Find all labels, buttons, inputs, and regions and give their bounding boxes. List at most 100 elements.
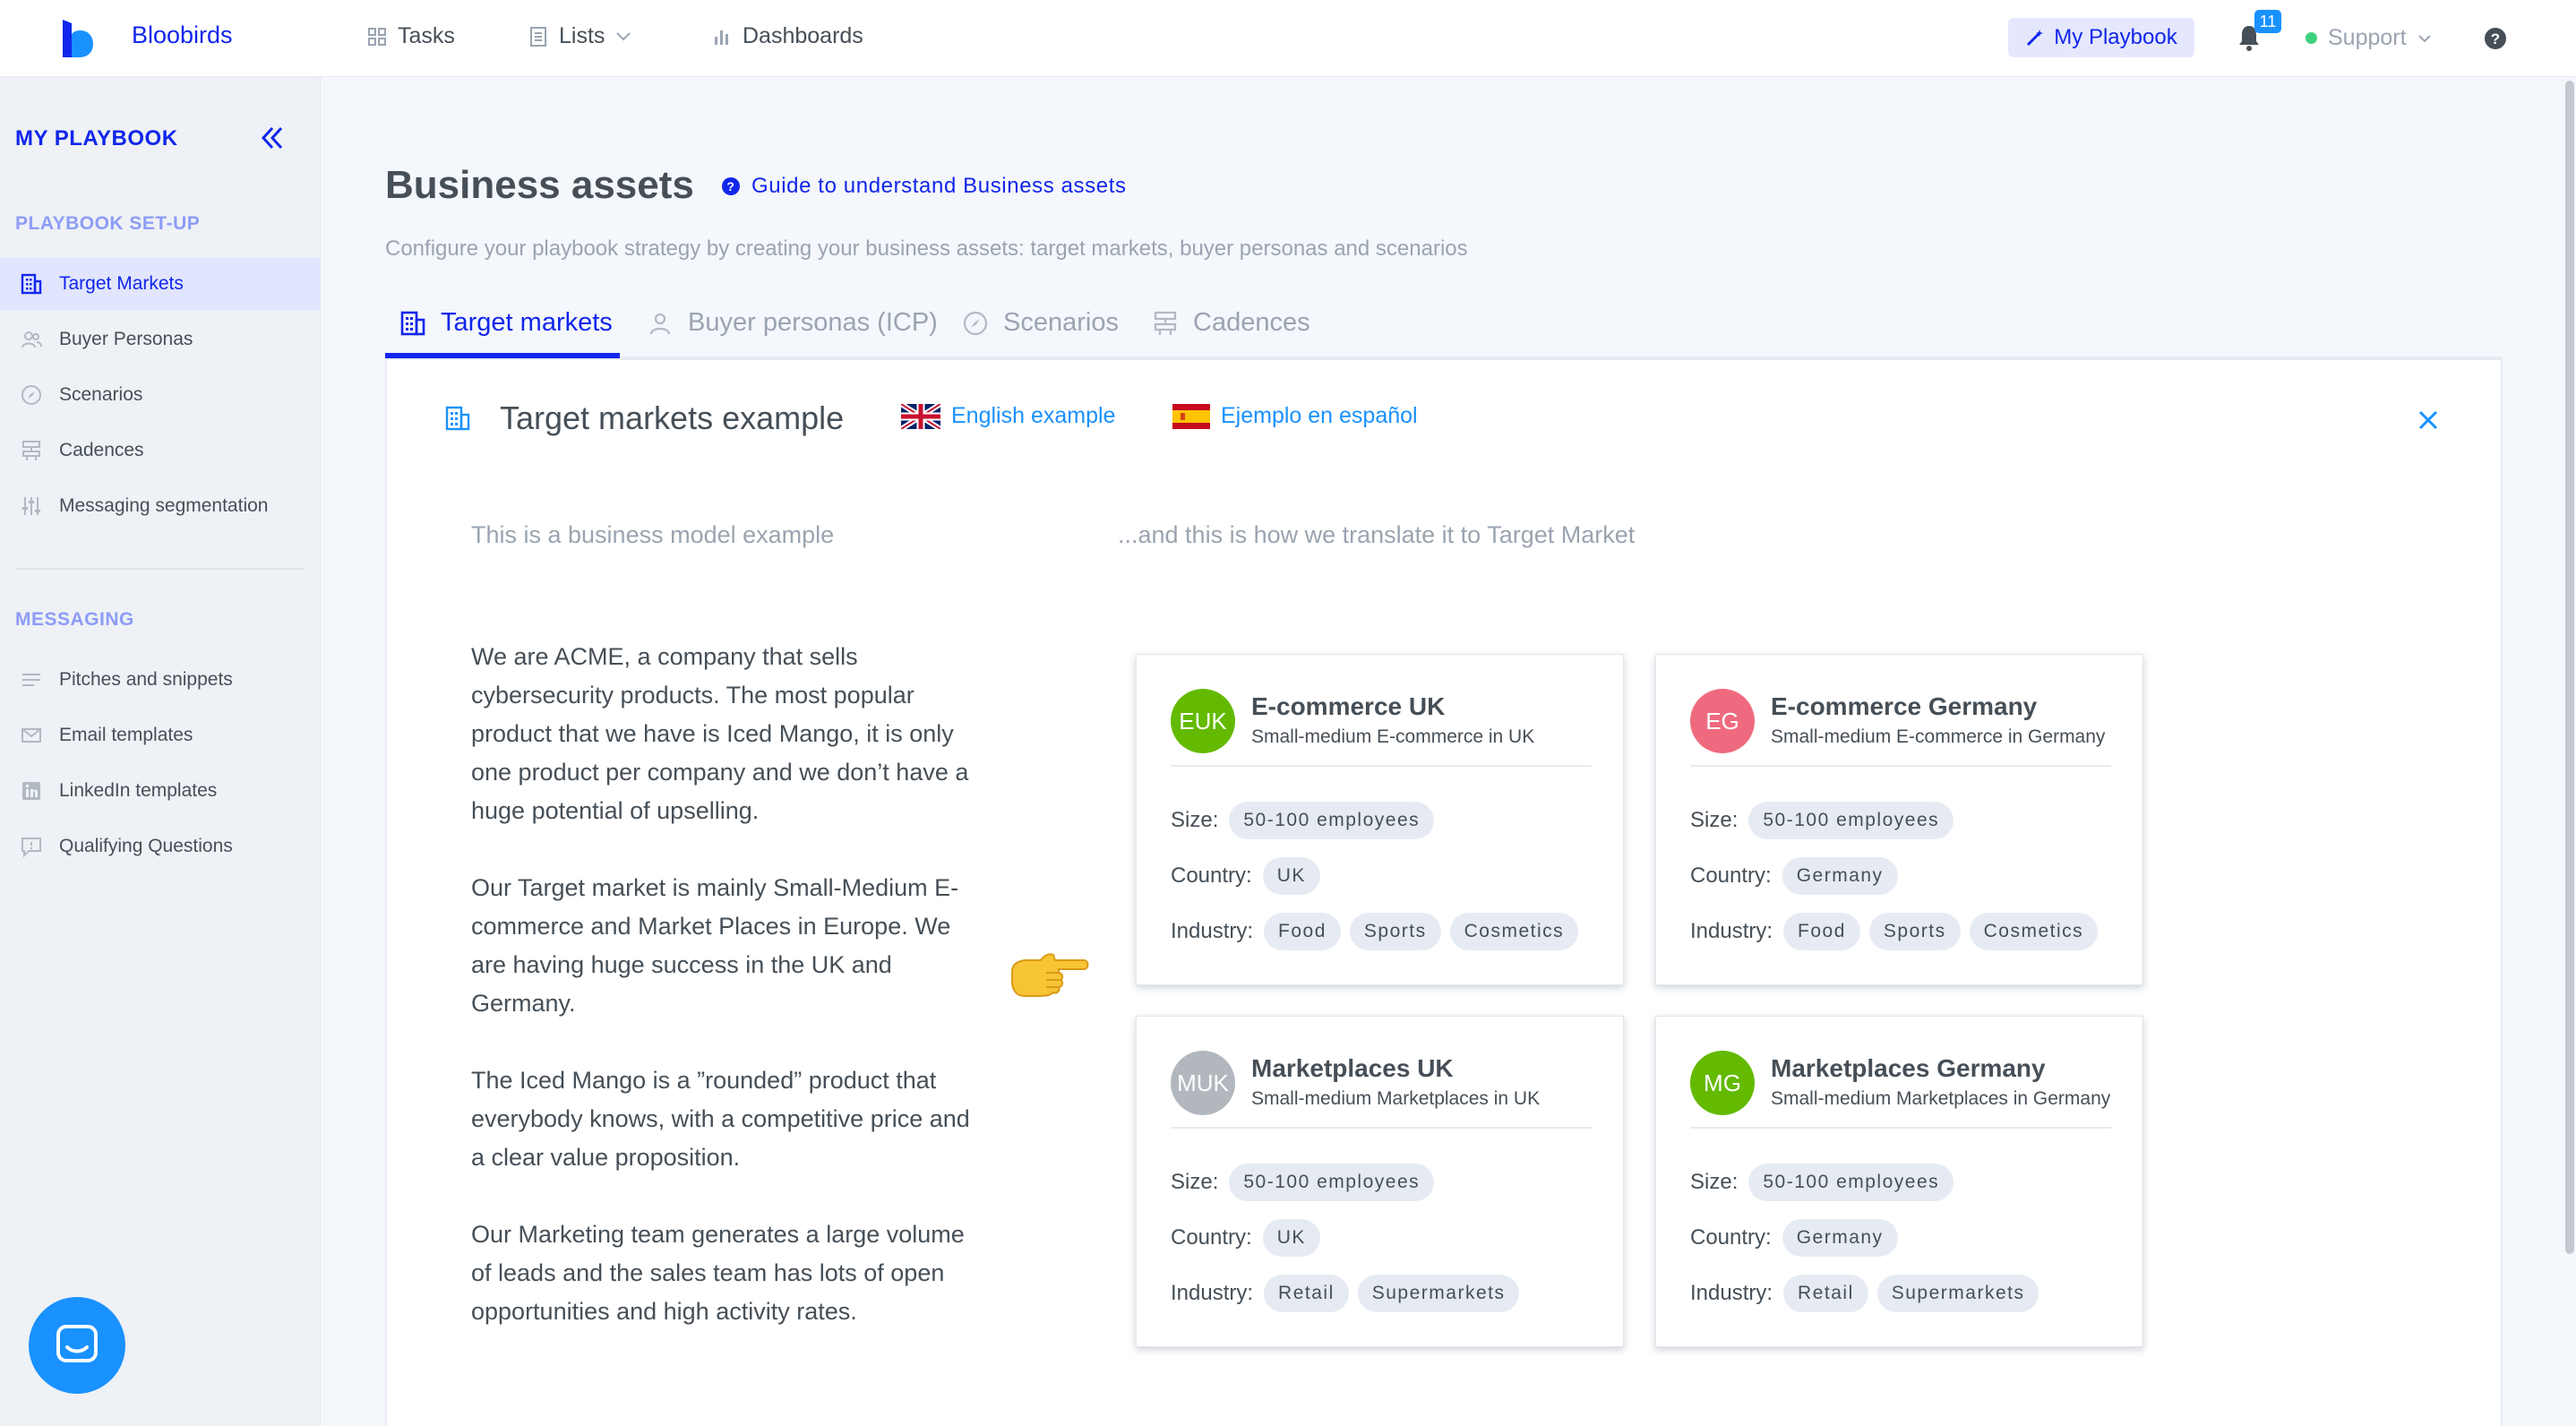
help-icon[interactable]: ? <box>2483 26 2508 51</box>
card-divider <box>1171 1127 1592 1129</box>
english-example-label: English example <box>951 403 1116 428</box>
tab-cadences[interactable]: Cadences <box>1152 308 1310 338</box>
collapse-sidebar-icon[interactable] <box>258 124 287 152</box>
nav-lists[interactable]: Lists <box>528 23 631 49</box>
sidebar-item-label: Messaging segmentation <box>59 495 269 516</box>
sidebar-title: MY PLAYBOOK <box>15 126 178 150</box>
page-scrollbar-thumb[interactable] <box>2565 81 2574 1254</box>
svg-text:?: ? <box>2491 30 2500 47</box>
nav-tasks-label: Tasks <box>398 23 455 48</box>
uk-flag-icon <box>901 403 940 429</box>
avatar: EUK <box>1171 689 1235 753</box>
tab-buyer-personas[interactable]: Buyer personas (ICP) <box>647 308 938 338</box>
country-chip: UK <box>1262 1219 1320 1257</box>
card-country-row: Country: UK <box>1171 1219 1320 1257</box>
sidebar-item-cadences[interactable]: Cadences <box>0 425 320 477</box>
close-icon[interactable] <box>2415 407 2442 434</box>
target-market-card[interactable]: EG E-commerce Germany Small-medium E-com… <box>1655 654 2143 985</box>
top-navigation-bar: Bloobirds Tasks Lists Dashboards My Play… <box>0 0 2576 77</box>
story-paragraph: We are ACME, a company that sells cybers… <box>471 643 969 824</box>
industry-chip: Supermarkets <box>1357 1275 1520 1312</box>
card-divider <box>1690 1127 2111 1129</box>
card-industry-row: Industry: Retail Supermarkets <box>1690 1275 2039 1312</box>
size-label: Size: <box>1171 1170 1219 1194</box>
card-name: Marketplaces UK <box>1251 1054 1454 1082</box>
size-label: Size: <box>1171 808 1219 832</box>
country-label: Country: <box>1690 1225 1772 1250</box>
card-description: Small-medium Marketplaces in Germany <box>1771 1088 2111 1109</box>
app-name[interactable]: Bloobirds <box>132 21 233 49</box>
target-markets-example-panel: Target markets example English example E… <box>385 358 2503 1426</box>
story-paragraph: Our Marketing team generates a large vol… <box>471 1221 965 1325</box>
sidebar-item-target-markets[interactable]: Target Markets <box>0 258 320 310</box>
tab-target-markets[interactable]: Target markets <box>399 308 613 338</box>
sidebar-item-scenarios[interactable]: Scenarios <box>0 369 320 421</box>
card-country-row: Country: UK <box>1171 857 1320 895</box>
industry-chip: Retail <box>1783 1275 1868 1312</box>
sidebar-item-linkedin-templates[interactable]: LinkedIn templates <box>0 765 320 817</box>
industry-chip: Food <box>1783 913 1860 950</box>
business-assets-tabs: Target markets Buyer personas (ICP) Scen… <box>385 303 2503 358</box>
country-label: Country: <box>1171 1225 1252 1250</box>
industry-chip: Sports <box>1868 913 1961 950</box>
card-industry-row: Industry: Food Sports Cosmetics <box>1171 913 1579 950</box>
card-size-row: Size: 50-100 employees <box>1690 1164 1954 1201</box>
guide-link[interactable]: ? Guide to understand Business assets <box>721 174 1127 199</box>
target-market-card[interactable]: EUK E-commerce UK Small-medium E-commerc… <box>1136 654 1624 985</box>
chevron-down-icon <box>616 31 631 40</box>
tab-scenarios[interactable]: Scenarios <box>962 308 1119 338</box>
size-chip: 50-100 employees <box>1229 1164 1435 1201</box>
sidebar-item-messaging-segmentation[interactable]: Messaging segmentation <box>0 480 320 532</box>
people-icon <box>21 331 42 348</box>
chevron-down-icon <box>2417 34 2431 42</box>
playbook-sidebar: MY PLAYBOOK PLAYBOOK SET-UP Target Marke… <box>0 77 321 1426</box>
country-label: Country: <box>1690 863 1772 888</box>
size-label: Size: <box>1690 808 1739 832</box>
size-chip: 50-100 employees <box>1229 802 1435 839</box>
magic-wand-icon <box>2027 30 2044 47</box>
card-name: E-commerce UK <box>1251 692 1446 720</box>
notification-badge[interactable]: 11 <box>2254 10 2281 33</box>
sidebar-item-email-templates[interactable]: Email templates <box>0 709 320 761</box>
list-icon <box>530 26 546 47</box>
my-playbook-button[interactable]: My Playbook <box>2008 18 2194 57</box>
card-divider <box>1690 765 2111 767</box>
english-example-link[interactable]: English example <box>901 403 1115 429</box>
chat-launcher-button[interactable] <box>29 1297 125 1394</box>
spain-flag-icon <box>1172 403 1210 429</box>
target-market-card[interactable]: MUK Marketplaces UK Small-medium Marketp… <box>1136 1016 1624 1347</box>
bloobirds-logo-icon[interactable] <box>59 18 95 59</box>
support-dropdown[interactable]: Support <box>2306 25 2432 51</box>
sidebar-item-pitches[interactable]: Pitches and snippets <box>0 654 320 706</box>
nav-tasks[interactable]: Tasks <box>367 23 455 49</box>
target-market-card[interactable]: MG Marketplaces Germany Small-medium Mar… <box>1655 1016 2143 1347</box>
country-chip: Germany <box>1782 857 1898 895</box>
card-divider <box>1171 765 1592 767</box>
example-title: Target markets example <box>444 399 844 437</box>
compass-icon <box>21 385 41 405</box>
avatar: EG <box>1690 689 1755 753</box>
chat-icon <box>56 1325 98 1362</box>
industry-chip: Sports <box>1349 913 1441 950</box>
nav-dashboards[interactable]: Dashboards <box>712 23 863 49</box>
tab-label: Cadences <box>1193 308 1310 337</box>
nav-dashboards-label: Dashboards <box>743 23 863 48</box>
card-description: Small-medium E-commerce in Germany <box>1771 726 2106 747</box>
card-country-row: Country: Germany <box>1690 1219 1898 1257</box>
question-chat-icon <box>21 838 41 858</box>
card-name: Marketplaces Germany <box>1771 1054 2046 1082</box>
tab-label: Scenarios <box>1003 308 1119 337</box>
card-size-row: Size: 50-100 employees <box>1690 802 1954 839</box>
country-label: Country: <box>1171 863 1252 888</box>
spanish-example-link[interactable]: Ejemplo en español <box>1172 403 1418 429</box>
target-market-heading: ...and this is how we translate it to Ta… <box>1118 521 1636 548</box>
sidebar-item-buyer-personas[interactable]: Buyer Personas <box>0 314 320 365</box>
cadence-icon <box>1154 311 1177 335</box>
example-title-label: Target markets example <box>500 399 845 436</box>
sidebar-item-label: Scenarios <box>59 384 143 405</box>
story-paragraph: The Iced Mango is a ”rounded” product th… <box>471 1067 970 1171</box>
sidebar-item-qualifying-questions[interactable]: Qualifying Questions <box>0 820 320 872</box>
lines-icon <box>22 674 40 686</box>
person-icon <box>649 313 671 334</box>
sidebar-divider <box>15 568 305 570</box>
